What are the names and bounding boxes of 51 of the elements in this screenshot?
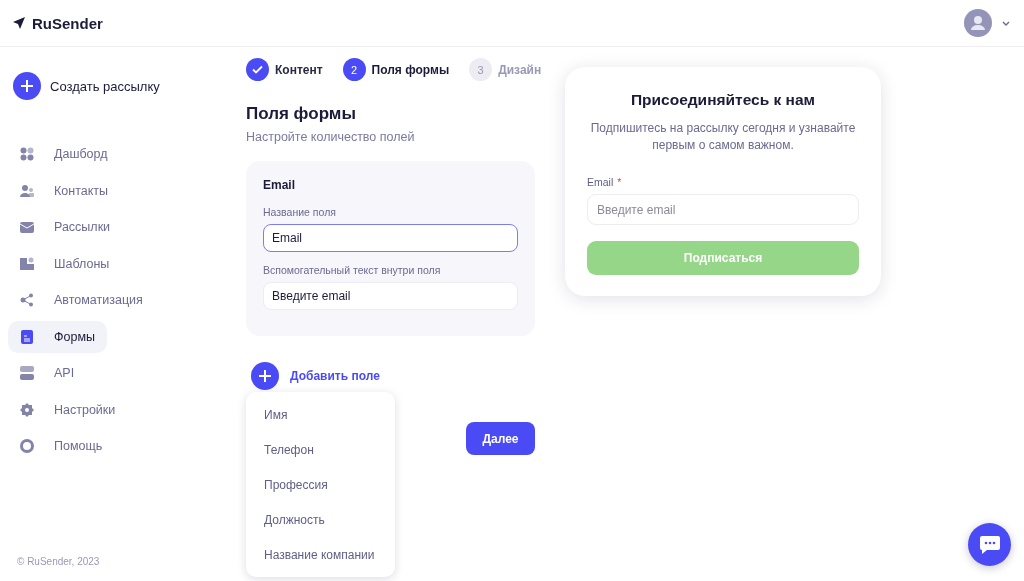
paper-plane-icon xyxy=(12,16,26,30)
menu-item[interactable]: Телефон xyxy=(246,432,395,467)
add-field-button[interactable]: Добавить поле xyxy=(246,362,380,390)
nav-item[interactable]: Дашборд xyxy=(8,138,120,170)
step-number: 3 xyxy=(469,58,493,81)
plus-icon xyxy=(13,72,41,100)
input-field[interactable]: Введите email xyxy=(263,282,518,310)
field-label: Вспомогательный текст внутри поля xyxy=(263,264,442,276)
preview-title: Присоединяйтесь к нам xyxy=(629,91,817,109)
field-title: Email xyxy=(263,178,296,192)
menu-item[interactable]: Профессия xyxy=(246,467,395,502)
copyright-text: © RuSender, 2023 xyxy=(16,556,101,567)
plus-icon xyxy=(251,362,279,390)
email-label: Email xyxy=(587,176,614,188)
document-icon xyxy=(20,329,34,344)
ring-icon xyxy=(20,439,34,453)
step[interactable]: Контент xyxy=(246,58,323,81)
menu-item[interactable]: Имя xyxy=(246,397,395,432)
nav-item[interactable]: Формы xyxy=(8,320,107,353)
people-icon xyxy=(20,183,34,198)
create-mailing-button[interactable]: Создать рассылку xyxy=(8,72,232,100)
chevron-down-icon[interactable] xyxy=(1002,20,1010,26)
section-subtitle: Настройте количество полей xyxy=(246,130,416,144)
share-icon xyxy=(20,293,34,307)
nav-item[interactable]: Настройки xyxy=(8,393,128,426)
field-label: Название поля xyxy=(263,206,337,218)
nav-item[interactable]: API xyxy=(8,357,106,389)
nav-item[interactable]: Шаблоны xyxy=(8,247,122,280)
nav-item[interactable]: Контакты xyxy=(8,174,120,207)
step[interactable]: 2 Поля формы xyxy=(342,58,450,81)
menu-item[interactable]: Название компании xyxy=(246,537,395,572)
chat-icon xyxy=(978,534,1001,555)
chat-button[interactable] xyxy=(968,523,1011,566)
nav-item[interactable]: Рассылки xyxy=(8,211,123,243)
step-number: 2 xyxy=(342,58,366,81)
section-title: Поля формы xyxy=(246,104,357,124)
grid-icon xyxy=(20,147,34,161)
email-input[interactable]: Введите email xyxy=(587,194,859,225)
nav-item[interactable]: Помощь xyxy=(8,430,115,462)
menu-item[interactable]: Должность xyxy=(246,502,395,537)
server-icon xyxy=(20,366,34,380)
required-mark: * xyxy=(617,176,622,188)
envelope-icon xyxy=(20,220,34,234)
input-field[interactable]: Email xyxy=(263,224,518,252)
nav-item[interactable]: Автоматизация xyxy=(8,284,155,316)
template-icon xyxy=(20,256,34,271)
next-button[interactable]: Далее xyxy=(466,422,535,455)
avatar-icon[interactable] xyxy=(964,9,992,37)
gear-icon xyxy=(20,402,34,417)
preview-text: Подпишитесь на рассылку сегодня и узнавайте первым о самом важном. xyxy=(589,120,857,154)
brand-name: RuSender xyxy=(32,14,103,32)
